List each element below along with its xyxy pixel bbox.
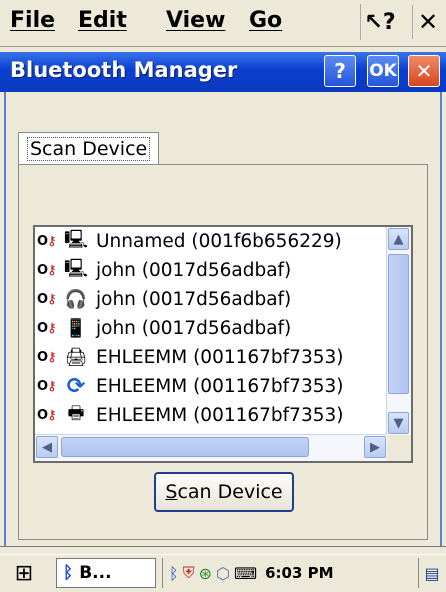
scan-device-button[interactable]: Scan Device <box>154 472 294 512</box>
tab-label: Scan Device <box>27 137 151 161</box>
help-button[interactable]: ? <box>324 55 356 87</box>
taskbar-task-label: B... <box>79 563 112 583</box>
horizontal-scroll-thumb[interactable] <box>61 437 309 457</box>
close-button[interactable]: ✕ <box>408 55 440 87</box>
scroll-down-icon[interactable]: ▼ <box>388 412 409 434</box>
not-paired-key-icon: O ⚷ <box>37 408 57 423</box>
not-paired-key-icon: O ⚷ <box>37 379 57 394</box>
menu-go[interactable]: Go <box>249 8 282 33</box>
not-paired-key-icon: O ⚷ <box>37 234 57 249</box>
printer-icon: 🖶 <box>67 402 85 424</box>
window-body: Scan Device O ⚷ 🖳 Unnamed (001f6b656229) O ⚷ 🖳… <box>4 92 442 546</box>
scanner-icon: 🖨 <box>64 347 88 368</box>
not-paired-key-icon: O ⚷ <box>37 350 57 365</box>
help-pointer-icon[interactable]: ↖? <box>360 4 399 40</box>
clock[interactable]: 6:03 PM <box>265 564 333 582</box>
not-paired-key-icon: O ⚷ <box>37 292 57 307</box>
horizontal-scrollbar[interactable]: ◀ ▶ <box>35 434 387 461</box>
tray-bluetooth-icon[interactable]: ᛒ <box>169 564 179 583</box>
menu-file[interactable]: File <box>10 8 55 33</box>
scroll-left-icon[interactable]: ◀ <box>36 436 58 458</box>
device-rows: O ⚷ 🖳 Unnamed (001f6b656229) O ⚷ 🖳 john (0017d5… <box>35 227 387 435</box>
tray-color-icon[interactable]: ⊛ <box>199 564 212 583</box>
tray-network-icon[interactable]: ⬡ <box>216 564 230 583</box>
headset-icon: 🎧 <box>64 289 88 310</box>
device-list-item[interactable]: O ⚷ 📱 john (0017d56adbaf) <box>35 314 387 343</box>
menu-view[interactable]: View <box>166 8 225 33</box>
system-tray: ᛒ ⛨ ⊛ ⬡ ⌨ 6:03 PM <box>162 558 421 588</box>
device-list-item[interactable]: O ⚷ 🖳 john (0017d56adbaf) <box>35 256 387 285</box>
device-list[interactable]: O ⚷ 🖳 Unnamed (001f6b656229) O ⚷ 🖳 john (0017d5… <box>33 225 413 463</box>
device-name: EHLEEMM (001167bf7353) <box>96 347 344 368</box>
close-icon[interactable]: ✕ <box>412 5 443 39</box>
desktop-icon[interactable]: ▤ <box>418 558 445 588</box>
keyboard-icon[interactable]: ⌨ <box>234 564 257 583</box>
tray-connection-icon[interactable]: ⛨ <box>183 563 195 583</box>
scroll-up-icon[interactable]: ▲ <box>388 228 409 250</box>
device-list-item[interactable]: O ⚷ 🖶 EHLEEMM (001167bf7353) <box>35 401 387 430</box>
device-name: john (0017d56adbaf) <box>96 260 292 281</box>
scroll-right-icon[interactable]: ▶ <box>364 436 386 458</box>
device-name: john (0017d56adbaf) <box>96 318 292 339</box>
menu-bar: File Edit View Go ↖? ✕ <box>0 0 446 47</box>
device-name: Unnamed (001f6b656229) <box>96 231 342 252</box>
not-paired-key-icon: O ⚷ <box>37 321 57 336</box>
taskbar: ⊞ ᛒ B... ᛒ ⛨ ⊛ ⬡ ⌨ 6:03 PM ▤ <box>0 554 446 592</box>
start-button[interactable]: ⊞ <box>4 558 44 588</box>
title-bar: Bluetooth Manager ? OK ✕ <box>0 52 446 92</box>
device-name: EHLEEMM (001167bf7353) <box>96 376 344 397</box>
ok-button[interactable]: OK <box>367 55 399 87</box>
not-paired-key-icon: O ⚷ <box>37 263 57 278</box>
scan-device-button-label: Scan Device <box>165 481 283 503</box>
network-computers-icon: 🖳 <box>63 228 88 250</box>
device-name: john (0017d56adbaf) <box>96 289 292 310</box>
sync-icon: ⟳ <box>66 374 86 399</box>
taskbar-bluetooth-button[interactable]: ᛒ B... <box>56 558 156 588</box>
network-computers-icon: 🖳 <box>63 257 88 279</box>
device-list-item[interactable]: O ⚷ 🎧 john (0017d56adbaf) <box>35 285 387 314</box>
bluetooth-icon: ᛒ <box>63 563 74 583</box>
device-name: EHLEEMM (001167bf7353) <box>96 405 344 426</box>
tab-scan-device[interactable]: Scan Device <box>18 132 160 165</box>
menu-edit[interactable]: Edit <box>78 8 127 33</box>
vertical-scrollbar[interactable]: ▲ ▼ <box>386 227 411 435</box>
size-grip <box>387 435 411 461</box>
device-list-item[interactable]: O ⚷ 🖨 EHLEEMM (001167bf7353) <box>35 343 387 372</box>
device-list-item[interactable]: O ⚷ 🖳 Unnamed (001f6b656229) <box>35 227 387 256</box>
device-list-item[interactable]: O ⚷ ⟳ EHLEEMM (001167bf7353) <box>35 372 387 401</box>
window-title: Bluetooth Manager <box>10 58 238 82</box>
pda-icon: 📱 <box>64 318 88 339</box>
vertical-scroll-thumb[interactable] <box>388 254 409 394</box>
